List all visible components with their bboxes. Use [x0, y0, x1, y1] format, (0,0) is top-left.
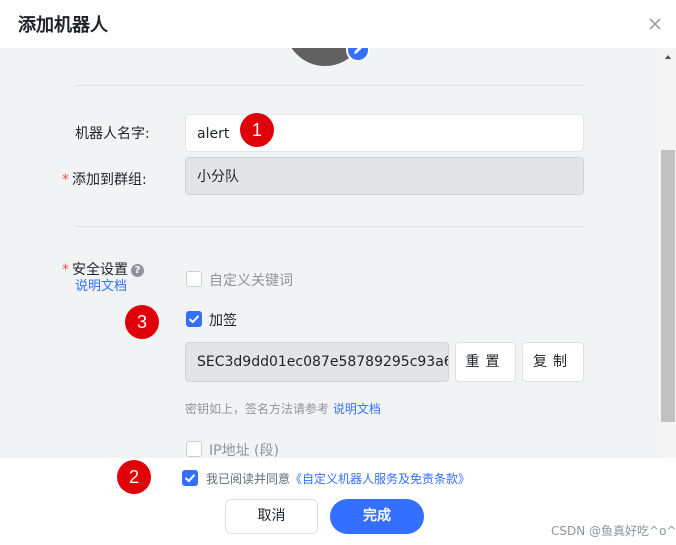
help-icon[interactable]: ? [131, 264, 144, 277]
group-field: 小分队 [185, 157, 584, 195]
scroll-thumb[interactable] [661, 150, 675, 422]
watermark: CSDN @鱼真好吃^o^ [551, 524, 676, 538]
sign-checkbox[interactable] [186, 311, 202, 327]
done-button[interactable]: 完成 [330, 499, 424, 534]
secret-field[interactable]: SEC3d9dd01ec087e58789295c93a6eeb [185, 342, 449, 382]
agree-text: 我已阅读并同意 [206, 472, 291, 486]
keyword-checkbox[interactable] [186, 271, 202, 287]
annotation-badge-1: 1 [240, 113, 274, 147]
required-mark: * [62, 262, 69, 278]
ip-checkbox[interactable] [186, 441, 202, 457]
sign-option-label: 加签 [209, 313, 237, 329]
group-label: 添加到群组: [72, 172, 147, 188]
agree-text-row: 我已阅读并同意《自定义机器人服务及免责条款》 [206, 470, 470, 487]
copy-secret-button[interactable]: 复制 [522, 342, 584, 382]
scroll-up-arrow-icon[interactable] [662, 51, 674, 63]
dialog-title: 添加机器人 [18, 15, 108, 36]
annotation-badge-2: 2 [117, 460, 151, 494]
name-label: 机器人名字: [75, 126, 150, 142]
security-doc-link[interactable]: 说明文档 [75, 275, 127, 294]
secret-hint: 密钥如上，签名方法请参考 说明文档 [185, 400, 381, 417]
ip-option-label: IP地址 (段) [209, 443, 279, 458]
close-icon[interactable] [645, 14, 665, 34]
agree-checkbox[interactable] [182, 470, 198, 486]
dialog-header: 添加机器人 [0, 0, 676, 48]
divider-top [75, 85, 584, 86]
edit-avatar-icon[interactable] [346, 48, 370, 62]
reset-secret-button[interactable]: 重置 [455, 342, 516, 382]
pencil-icon [354, 48, 362, 54]
required-mark: * [62, 172, 69, 188]
cancel-button[interactable]: 取消 [225, 499, 318, 534]
check-icon [184, 474, 196, 483]
annotation-badge-3: 3 [125, 305, 159, 339]
group-label-row: * 添加到群组: [62, 169, 147, 189]
dialog-body: 机器人名字: alert * 添加到群组: 小分队 * 安全设置? 说明文档 自定义… [0, 48, 660, 458]
terms-link[interactable]: 《自定义机器人服务及免责条款》 [290, 472, 470, 486]
keyword-option-label: 自定义关键词 [209, 273, 293, 289]
secret-hint-text: 密钥如上，签名方法请参考 [185, 402, 330, 416]
dialog-footer: 我已阅读并同意《自定义机器人服务及免责条款》 取消 完成 CSDN @鱼真好吃^… [0, 458, 676, 545]
divider-middle [75, 226, 584, 227]
check-icon [188, 315, 200, 324]
sign-doc-link[interactable]: 说明文档 [333, 402, 381, 416]
